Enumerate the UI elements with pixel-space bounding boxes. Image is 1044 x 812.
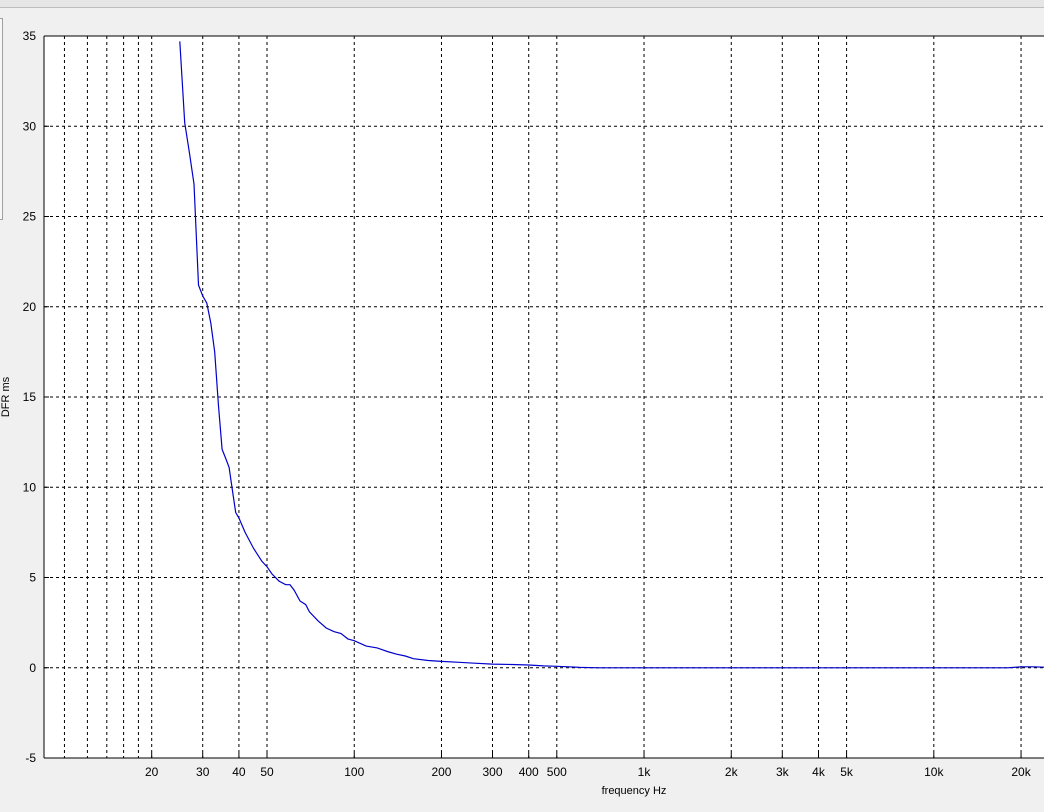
x-tick-label: 5k [840, 765, 854, 779]
x-tick-label: 100 [344, 765, 364, 779]
y-tick-label: 25 [23, 210, 37, 224]
y-tick-labels: -5 0 5 10 15 20 25 30 35 [23, 29, 37, 765]
x-axis-label: frequency Hz [602, 785, 667, 797]
x-tick-label: 300 [482, 765, 502, 779]
x-tick-label: 500 [547, 765, 567, 779]
x-tick-label: 40 [232, 765, 246, 779]
dfr-chart: -5 0 5 10 15 20 25 30 35 20 30 40 50 100 200 300 400 500… [0, 29, 1044, 797]
x-tick-label: 20 [145, 765, 159, 779]
y-tick-label: -5 [25, 751, 36, 765]
y-tick-label: 20 [23, 300, 37, 314]
x-tick-label: 30 [196, 765, 210, 779]
y-axis-label: DFR ms [0, 376, 12, 417]
x-tick-label: 3k [776, 765, 790, 779]
x-tick-label: 20k [1011, 765, 1031, 779]
y-tick-label: 30 [23, 119, 37, 133]
y-tick-label: 35 [23, 29, 37, 43]
x-tick-label: 50 [260, 765, 274, 779]
x-tick-labels: 20 30 40 50 100 200 300 400 500 1k 2k 3k 4k 5k 10k 20k [145, 765, 1032, 779]
y-tick-label: 5 [29, 571, 36, 585]
x-tick-label: 400 [519, 765, 539, 779]
x-tick-label: 1k [638, 765, 652, 779]
y-tick-label: 0 [29, 661, 36, 675]
y-tick-label: 15 [23, 390, 37, 404]
x-tick-label: 4k [812, 765, 826, 779]
x-tick-label: 200 [431, 765, 451, 779]
y-tick-label: 10 [23, 480, 37, 494]
x-tick-label: 10k [924, 765, 944, 779]
x-tick-label: 2k [725, 765, 739, 779]
